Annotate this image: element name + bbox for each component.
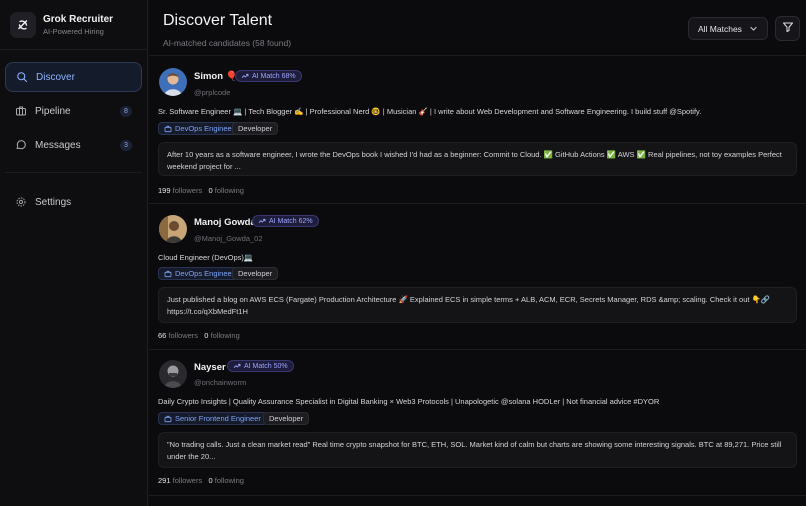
- search-icon: [16, 71, 28, 83]
- ai-match-label: AI Match 50%: [244, 362, 288, 370]
- page-header: Discover Talent AI-matched candidates (5…: [149, 0, 806, 56]
- sidebar-item-messages[interactable]: Messages 3: [5, 130, 142, 160]
- type-tag: Developer: [232, 122, 279, 135]
- candidate-handle: @prplcode: [194, 88, 231, 97]
- following-label: following: [214, 476, 244, 485]
- candidate-bio: Daily Crypto Insights | Quality Assuranc…: [158, 397, 660, 406]
- sidebar: Grok Recruiter AI-Powered Hiring Discove…: [0, 0, 148, 506]
- avatar: [159, 215, 187, 243]
- follow-stats: 66 followers 0 following: [158, 331, 240, 340]
- candidate-name-text: Simon: [194, 71, 224, 82]
- followers-count: 199: [158, 186, 171, 195]
- trending-up-icon: [258, 217, 266, 225]
- candidate-card[interactable]: Manoj Gowda AI Match 62% @Manoj_Gowda_02…: [149, 205, 806, 350]
- ai-match-label: AI Match 62%: [269, 217, 313, 225]
- gear-icon: [15, 196, 27, 208]
- followers-label: followers: [172, 186, 203, 195]
- ai-match-label: AI Match 68%: [252, 72, 296, 80]
- count-badge: 8: [120, 105, 132, 117]
- count-badge: 3: [120, 139, 132, 151]
- type-tag: Developer: [263, 412, 310, 425]
- avatar: [159, 360, 187, 388]
- role-tag: DevOps Engineer: [158, 267, 241, 280]
- match-filter-select[interactable]: All Matches: [688, 17, 768, 40]
- logo-icon: [10, 11, 36, 38]
- sidebar-item-label: Pipeline: [35, 105, 71, 117]
- following-count: 0: [204, 331, 209, 340]
- message-icon: [15, 139, 27, 151]
- trending-up-icon: [241, 72, 249, 80]
- followers-label: followers: [172, 476, 203, 485]
- following-label: following: [210, 331, 240, 340]
- role-tag: Senior Frontend Engineer: [158, 412, 267, 425]
- latest-post[interactable]: "No trading calls. Just a clean market r…: [158, 432, 797, 468]
- following-label: following: [214, 186, 244, 195]
- follow-stats: 199 followers 0 following: [158, 186, 244, 195]
- candidate-name[interactable]: Nayser: [194, 362, 226, 373]
- following-count: 0: [208, 476, 213, 485]
- filter-button[interactable]: [775, 16, 800, 41]
- filter-icon: [782, 20, 794, 38]
- main-content: Discover Talent AI-matched candidates (5…: [149, 0, 806, 506]
- candidate-card[interactable]: Nayser AI Match 50% @onchainworm Daily C…: [149, 351, 806, 496]
- sidebar-item-label: Messages: [35, 139, 81, 151]
- sidebar-item-pipeline[interactable]: Pipeline 8: [5, 96, 142, 126]
- ai-match-badge: AI Match 62%: [252, 215, 319, 227]
- match-filter-value: All Matches: [698, 23, 742, 34]
- candidate-handle: @onchainworm: [194, 378, 247, 387]
- sidebar-item-settings[interactable]: Settings: [5, 187, 142, 217]
- briefcase-icon: [15, 105, 27, 117]
- role-tag-label: DevOps Engineer: [175, 124, 235, 133]
- following-count: 0: [208, 186, 213, 195]
- brand-title: Grok Recruiter: [43, 13, 114, 25]
- candidate-bio: Cloud Engineer (DevOps)💻: [158, 253, 254, 262]
- role-tag-label: Senior Frontend Engineer: [175, 414, 261, 423]
- briefcase-icon: [164, 125, 172, 133]
- ai-match-badge: AI Match 68%: [235, 70, 302, 82]
- followers-count: 66: [158, 331, 167, 340]
- briefcase-icon: [164, 270, 172, 278]
- avatar: [159, 68, 187, 96]
- sidebar-item-label: Discover: [36, 71, 75, 83]
- candidate-name[interactable]: Simon 🎈: [194, 71, 238, 82]
- divider: [5, 172, 142, 173]
- sidebar-item-label: Settings: [35, 196, 72, 208]
- candidate-bio: Sr. Software Engineer 💻 | Tech Blogger ✍…: [158, 107, 702, 116]
- briefcase-icon: [164, 415, 172, 423]
- latest-post[interactable]: After 10 years as a software engineer, I…: [158, 142, 797, 176]
- candidate-handle: @Manoj_Gowda_02: [194, 234, 263, 243]
- candidate-name[interactable]: Manoj Gowda: [194, 217, 256, 228]
- candidate-card[interactable]: Simon 🎈 AI Match 68% @prplcode Sr. Softw…: [149, 57, 806, 204]
- role-tag-label: DevOps Engineer: [175, 269, 235, 278]
- latest-post[interactable]: Just published a blog on AWS ECS (Fargat…: [158, 287, 797, 323]
- ai-match-badge: AI Match 50%: [227, 360, 294, 372]
- follow-stats: 291 followers 0 following: [158, 476, 244, 485]
- chevron-down-icon: [749, 24, 758, 35]
- brand: Grok Recruiter AI-Powered Hiring: [0, 0, 147, 50]
- followers-count: 291: [158, 476, 171, 485]
- trending-up-icon: [233, 362, 241, 370]
- nav: Discover Pipeline 8 Messages 3 Settings: [0, 50, 147, 233]
- brand-subtitle: AI-Powered Hiring: [43, 26, 104, 36]
- sidebar-item-discover[interactable]: Discover: [5, 62, 142, 92]
- followers-label: followers: [168, 331, 199, 340]
- role-tag: DevOps Engineer: [158, 122, 241, 135]
- type-tag: Developer: [232, 267, 279, 280]
